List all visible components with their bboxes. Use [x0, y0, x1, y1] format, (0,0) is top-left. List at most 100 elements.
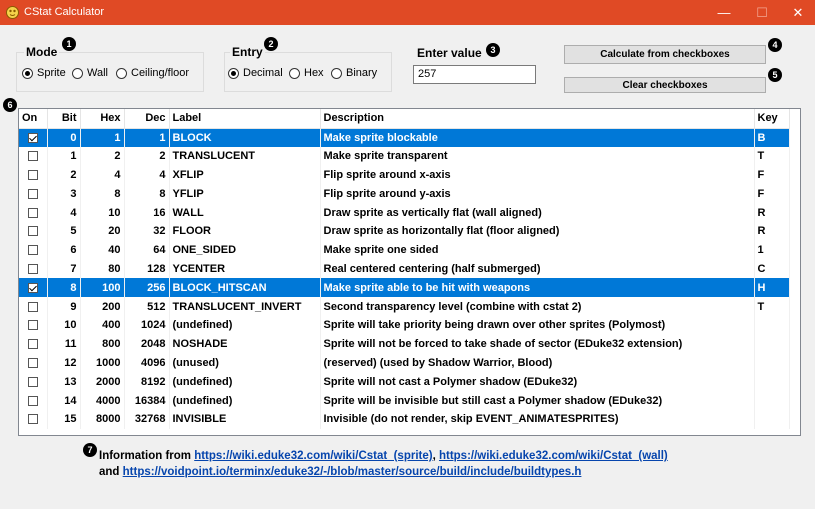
row-checkbox[interactable] — [27, 188, 38, 199]
cell-key: T — [754, 146, 790, 166]
cell-bit: 10 — [47, 315, 81, 335]
col-header-bit[interactable]: Bit — [47, 109, 81, 129]
row-checkbox[interactable] — [27, 395, 38, 406]
table-row[interactable]: 10 400 1024 (undefined) Sprite will take pri… — [19, 315, 790, 335]
table-row[interactable]: 5 20 32 FLOOR Draw sprite as horizontally fl… — [19, 221, 790, 241]
row-checkbox[interactable] — [27, 339, 38, 350]
row-checkbox[interactable] — [27, 414, 38, 425]
cell-description: Draw sprite as horizontally flat (floor … — [320, 221, 755, 241]
cell-bit: 9 — [47, 297, 81, 316]
cell-description: (reserved) (used by Shadow Warrior, Bloo… — [320, 353, 755, 373]
cell-dec: 64 — [124, 240, 170, 260]
cell-bit: 5 — [47, 221, 81, 241]
badge-2: 2 — [264, 37, 278, 51]
cell-label: TRANSLUCENT_INVERT — [169, 297, 321, 316]
minimize-button[interactable]: — — [707, 0, 741, 25]
col-header-label[interactable]: Label — [169, 109, 321, 129]
cell-description: Invisible (do not render, skip EVENT_ANI… — [320, 409, 755, 429]
table-row[interactable]: 2 4 4 XFLIP Flip sprite around x-axis F — [19, 165, 790, 185]
radio-label: Wall — [87, 67, 108, 79]
table-row[interactable]: 7 80 128 YCENTER Real centered centering (ha… — [19, 259, 790, 279]
row-checkbox[interactable] — [27, 151, 38, 162]
cell-bit: 4 — [47, 203, 81, 222]
radio-icon — [331, 67, 342, 79]
value-input[interactable]: 257 — [413, 65, 536, 84]
cell-on — [19, 372, 48, 392]
cell-dec: 2 — [124, 146, 170, 166]
cell-on — [19, 297, 48, 316]
link-cstat-sprite[interactable]: https://wiki.eduke32.com/wiki/Cstat_(spr… — [194, 450, 432, 462]
enter-value-label: Enter value — [417, 46, 482, 60]
table-row[interactable]: 8 100 256 BLOCK_HITSCAN Make sprite able to … — [19, 278, 790, 298]
cell-dec: 32768 — [124, 409, 170, 429]
cell-bit: 8 — [47, 278, 81, 298]
radio-icon — [22, 67, 33, 79]
row-checkbox[interactable] — [27, 320, 38, 331]
row-checkbox[interactable] — [27, 170, 38, 181]
col-header-on[interactable]: On — [19, 109, 48, 129]
cell-hex: 2 — [80, 146, 125, 166]
cell-bit: 14 — [47, 391, 81, 410]
row-checkbox[interactable] — [27, 301, 38, 312]
table-row[interactable]: 0 1 1 BLOCK Make sprite blockable B — [19, 128, 790, 147]
cell-hex: 400 — [80, 315, 125, 335]
mode-wall-radio[interactable]: Wall — [72, 67, 108, 79]
row-checkbox[interactable] — [27, 207, 38, 218]
col-header-key[interactable]: Key — [754, 109, 790, 129]
table-row[interactable]: 9 200 512 TRANSLUCENT_INVERT Second transpar… — [19, 297, 790, 316]
table-row[interactable]: 15 8000 32768 INVISIBLE Invisible (do not re… — [19, 409, 790, 429]
cell-hex: 800 — [80, 334, 125, 354]
maximize-button[interactable]: ☐ — [745, 0, 779, 25]
radio-label: Binary — [346, 67, 378, 79]
badge-7: 7 — [83, 443, 97, 457]
cell-description: Make sprite able to be hit with weapons — [320, 278, 755, 298]
clear-button[interactable]: Clear checkboxes — [564, 77, 766, 93]
row-checkbox[interactable] — [27, 226, 38, 237]
row-checkbox[interactable] — [27, 358, 38, 369]
link-buildtypes[interactable]: https://voidpoint.io/terminx/eduke32/-/b… — [123, 466, 582, 478]
link-cstat-wall[interactable]: https://wiki.eduke32.com/wiki/Cstat_(wal… — [439, 450, 668, 462]
badge-6: 6 — [3, 98, 17, 112]
cell-on — [19, 334, 48, 354]
cell-key — [754, 353, 790, 373]
cell-hex: 1 — [80, 128, 125, 147]
cell-key — [754, 391, 790, 410]
mode-sprite-radio[interactable]: Sprite — [22, 67, 66, 79]
cell-label: (undefined) — [169, 315, 321, 335]
table-row[interactable]: 4 10 16 WALL Draw sprite as vertically flat … — [19, 203, 790, 222]
table-row[interactable]: 1 2 2 TRANSLUCENT Make sprite transparent T — [19, 146, 790, 166]
row-checkbox[interactable] — [27, 282, 38, 293]
radio-label: Ceiling/floor — [131, 67, 190, 79]
close-button[interactable]: ✕ — [781, 0, 815, 25]
row-checkbox[interactable] — [27, 245, 38, 256]
col-header-hex[interactable]: Hex — [80, 109, 125, 129]
col-header-description[interactable]: Description — [320, 109, 755, 129]
col-header-dec[interactable]: Dec — [124, 109, 170, 129]
cell-on — [19, 184, 48, 204]
cell-bit: 11 — [47, 334, 81, 354]
row-checkbox[interactable] — [27, 264, 38, 275]
calculate-button[interactable]: Calculate from checkboxes — [564, 45, 766, 64]
radio-icon — [289, 67, 300, 79]
cell-hex: 40 — [80, 240, 125, 260]
cell-label: NOSHADE — [169, 334, 321, 354]
cell-label: WALL — [169, 203, 321, 222]
table-row[interactable]: 11 800 2048 NOSHADE Sprite will not be force… — [19, 334, 790, 354]
entry-decimal-radio[interactable]: Decimal — [228, 67, 283, 79]
entry-binary-radio[interactable]: Binary — [331, 67, 377, 79]
row-checkbox[interactable] — [27, 376, 38, 387]
table-row[interactable]: 13 2000 8192 (undefined) Sprite will not cas… — [19, 372, 790, 392]
cell-label: BLOCK — [169, 128, 321, 147]
info-prefix: Information from — [99, 450, 195, 462]
cell-dec: 1024 — [124, 315, 170, 335]
row-checkbox[interactable] — [27, 132, 38, 143]
table-row[interactable]: 6 40 64 ONE_SIDED Make sprite one sided 1 — [19, 240, 790, 260]
entry-hex-radio[interactable]: Hex — [289, 67, 324, 79]
table-row[interactable]: 3 8 8 YFLIP Flip sprite around y-axis F — [19, 184, 790, 204]
table-row[interactable]: 12 1000 4096 (unused) (reserved) (used by Sh… — [19, 353, 790, 373]
mode-ceiling-floor-radio[interactable]: Ceiling/floor — [116, 67, 189, 79]
info-and: and — [99, 466, 123, 478]
cstat-grid[interactable]: On Bit Hex Dec Label Description Key 011… — [18, 108, 801, 436]
table-row[interactable]: 14 4000 16384 (undefined) Sprite will be inv… — [19, 391, 790, 410]
cell-hex: 2000 — [80, 372, 125, 392]
